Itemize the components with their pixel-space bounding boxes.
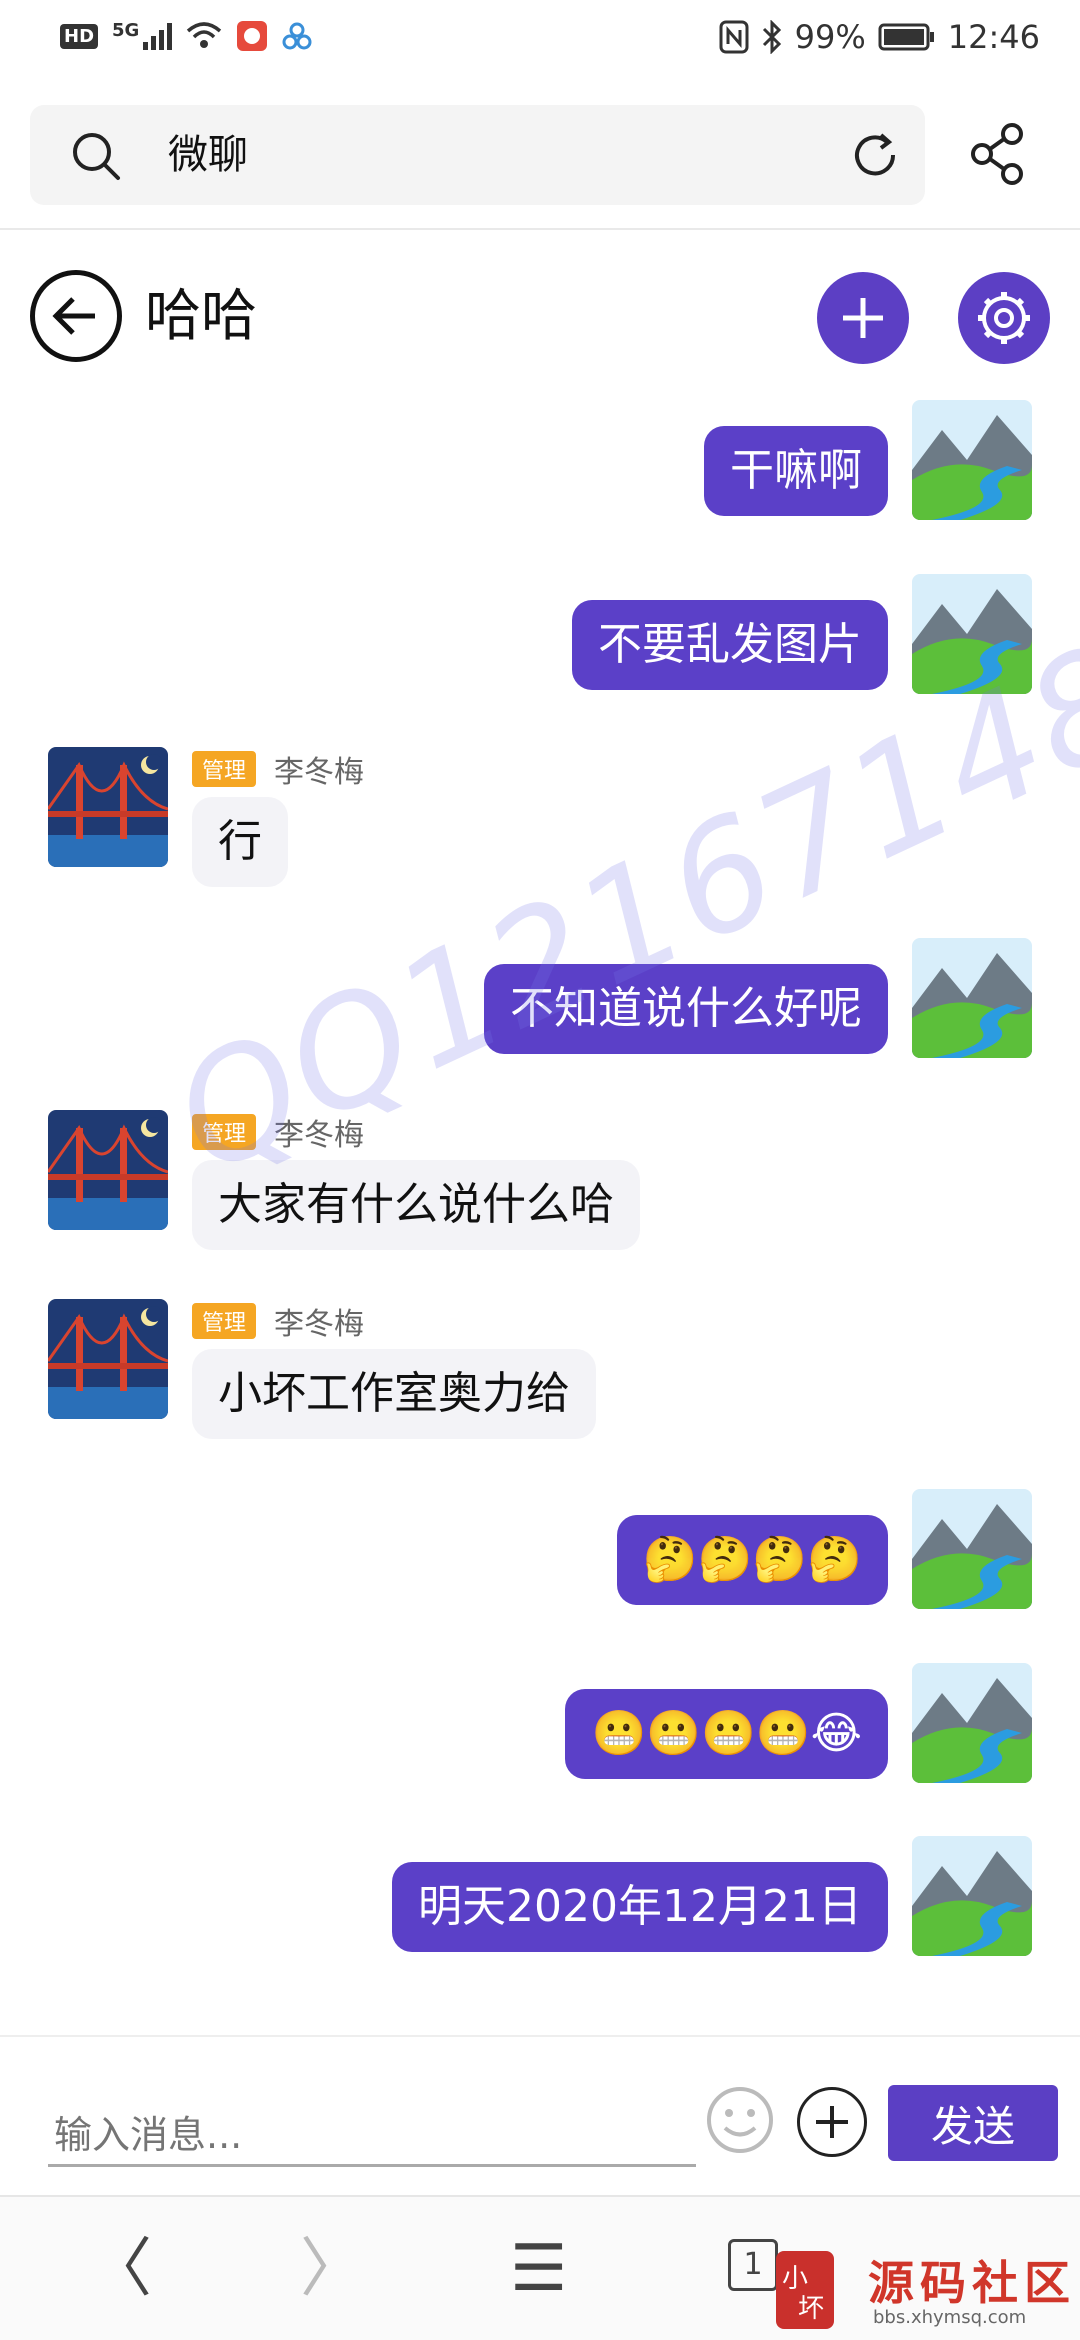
message-out: 不要乱发图片 bbox=[0, 574, 1080, 699]
nav-back-button[interactable]: 〈 bbox=[88, 2237, 152, 2301]
landscape-avatar-image bbox=[912, 938, 1032, 1058]
refresh-icon[interactable] bbox=[847, 127, 903, 183]
message-bubble[interactable]: 干嘛啊 bbox=[704, 426, 888, 516]
gear-icon bbox=[978, 292, 1030, 344]
logo-seal-icon: 小坏 bbox=[776, 2251, 834, 2329]
chat-title: 哈哈 bbox=[145, 284, 257, 349]
avatar-member[interactable] bbox=[48, 1110, 168, 1230]
attach-button[interactable] bbox=[797, 2087, 867, 2157]
avatar-self[interactable] bbox=[912, 938, 1032, 1058]
avatar-self[interactable] bbox=[912, 1663, 1032, 1783]
message-bubble[interactable]: 明天2020年12月21日 bbox=[392, 1862, 888, 1952]
clock: 12:46 bbox=[947, 18, 1040, 56]
message-out: 干嘛啊 bbox=[0, 400, 1080, 525]
landscape-avatar-image bbox=[912, 400, 1032, 520]
nfc-icon bbox=[719, 20, 749, 54]
avatar-member[interactable] bbox=[48, 747, 168, 867]
site-logo: 小坏 源码社区 bbs.xhymsq.com bbox=[768, 2245, 1080, 2340]
header-divider bbox=[0, 228, 1080, 230]
add-member-button[interactable] bbox=[817, 272, 909, 364]
logo-title: 源码社区 bbox=[868, 2256, 1076, 2310]
avatar-self[interactable] bbox=[912, 1836, 1032, 1956]
arrow-left-icon bbox=[52, 297, 95, 335]
avatar-self[interactable] bbox=[912, 1489, 1032, 1609]
message-bubble[interactable]: 😬😬😬😬😂 bbox=[565, 1689, 888, 1779]
avatar-self[interactable] bbox=[912, 400, 1032, 520]
nav-forward-button[interactable]: 〉 bbox=[300, 2237, 364, 2301]
battery-percent: 99% bbox=[794, 18, 866, 56]
role-badge: 管理 bbox=[192, 1303, 257, 1339]
message-in: 管理 李冬梅 小坏工作室奥力给 bbox=[0, 1299, 1080, 1449]
svg-text:坏: 坏 bbox=[798, 2294, 824, 2324]
landscape-avatar-image bbox=[912, 1489, 1032, 1609]
hd-indicator: HD bbox=[60, 23, 99, 49]
share-icon[interactable] bbox=[970, 122, 1030, 186]
emoji-icon[interactable] bbox=[705, 2085, 775, 2155]
avatar-member[interactable] bbox=[48, 1299, 168, 1419]
landscape-avatar-image bbox=[912, 1836, 1032, 1956]
cloud-app-icon bbox=[282, 22, 312, 50]
message-bubble[interactable]: 行 bbox=[192, 797, 288, 887]
search-text: 微聊 bbox=[168, 132, 248, 178]
signal-icon bbox=[143, 22, 173, 50]
message-out: 明天2020年12月21日 bbox=[0, 1836, 1080, 1961]
logo-url: bbs.xhymsq.com bbox=[873, 2307, 1027, 2328]
search-bar[interactable]: 微聊 bbox=[30, 105, 925, 205]
message-input[interactable] bbox=[48, 2105, 696, 2167]
landscape-avatar-image bbox=[912, 1663, 1032, 1783]
message-out: 😬😬😬😬😂 bbox=[0, 1663, 1080, 1788]
sender-name: 李冬梅 bbox=[274, 1307, 365, 1342]
sender-meta: 管理 李冬梅 bbox=[192, 1299, 364, 1343]
battery-icon bbox=[878, 23, 934, 51]
nav-menu-button[interactable]: ☰ bbox=[510, 2237, 567, 2301]
plus-icon bbox=[816, 2106, 848, 2138]
message-in: 管理 李冬梅 大家有什么说什么哈 bbox=[0, 1110, 1080, 1260]
sender-meta: 管理 李冬梅 bbox=[192, 747, 364, 791]
role-badge: 管理 bbox=[192, 751, 257, 787]
search-icon[interactable] bbox=[70, 130, 122, 182]
bridge-avatar-image bbox=[48, 1110, 168, 1230]
svg-text:小: 小 bbox=[782, 2264, 808, 2294]
message-bubble[interactable]: 不要乱发图片 bbox=[572, 600, 888, 690]
message-bubble[interactable]: 小坏工作室奥力给 bbox=[192, 1349, 596, 1439]
bridge-avatar-image bbox=[48, 1299, 168, 1419]
message-bubble[interactable]: 🤔🤔🤔🤔 bbox=[616, 1515, 888, 1605]
bridge-avatar-image bbox=[48, 747, 168, 867]
sender-name: 李冬梅 bbox=[274, 755, 365, 790]
send-button[interactable]: 发送 bbox=[888, 2085, 1058, 2161]
back-button[interactable] bbox=[30, 270, 122, 362]
status-bar: HD 5G 99% 12:46 bbox=[0, 0, 1080, 80]
settings-button[interactable] bbox=[958, 272, 1050, 364]
bluetooth-icon bbox=[762, 20, 781, 54]
message-out: 🤔🤔🤔🤔 bbox=[0, 1489, 1080, 1614]
wifi-icon bbox=[187, 22, 222, 48]
chat-page: HD 5G 99% 12:46 微聊 哈哈 干嘛啊 不要乱发图片 管理 李冬梅 … bbox=[0, 0, 1080, 2340]
network-label: 5G bbox=[112, 20, 140, 41]
app-notification-icon bbox=[237, 21, 268, 51]
plus-icon bbox=[843, 298, 883, 338]
